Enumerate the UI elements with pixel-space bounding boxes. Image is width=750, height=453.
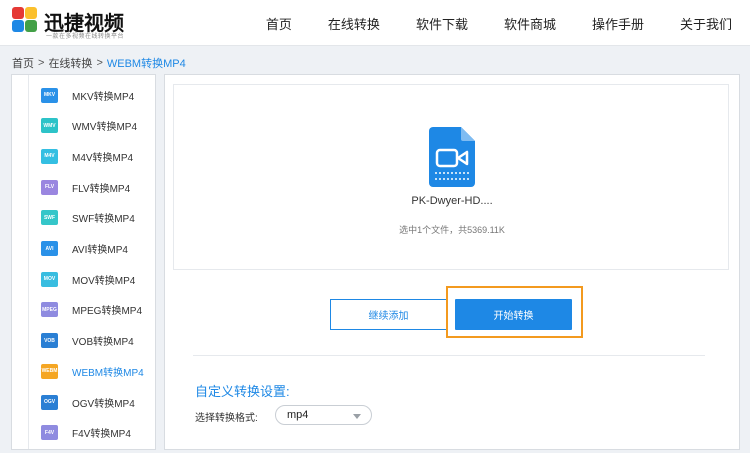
format-select[interactable]: mp4	[275, 405, 372, 425]
caret-down-icon	[353, 414, 361, 419]
sidebar-item[interactable]: VOB VOB转换MP4	[41, 330, 134, 352]
breadcrumb: 首页 > 在线转换 > WEBM转换MP4	[12, 55, 186, 71]
converter-panel: PK-Dwyer-HD.... 选中1个文件，共5369.11K 继续添加 开始…	[164, 74, 740, 450]
format-badge-icon: OGV	[41, 394, 58, 410]
sidebar-item-label: VOB转换MP4	[72, 337, 134, 349]
breadcrumb-separator: >	[96, 57, 103, 69]
sidebar-item[interactable]: WMV WMV转换MP4	[41, 115, 137, 137]
format-badge-icon: WEBM	[41, 363, 58, 379]
nav-home[interactable]: 首页	[266, 14, 292, 33]
format-label: 选择转换格式:	[195, 413, 258, 424]
top-header: 迅捷视频 一款在多视频在线转换平台 首页 在线转换 软件下载 软件商城 操作手册…	[0, 0, 750, 46]
start-convert-button[interactable]: 开始转换	[455, 299, 572, 330]
sidebar-item[interactable]: WEBM WEBM转换MP4	[41, 360, 144, 382]
nav-about[interactable]: 关于我们	[680, 14, 732, 33]
format-badge-icon: AVI	[41, 241, 58, 256]
format-badge-icon: FLV	[41, 179, 58, 195]
sidebar-item-label: M4V转换MP4	[72, 152, 134, 164]
file-info: 选中1个文件，共5369.11K	[399, 225, 505, 235]
format-sidebar: MKV MKV转换MP4 WMV WMV转换MP4 M4V M4V转换MP4 FLV FLV转…	[11, 74, 156, 450]
video-file-icon	[429, 127, 475, 187]
format-badge-icon: MPEG	[41, 302, 58, 318]
format-badge-icon: MKV	[41, 87, 58, 103]
settings-title: 自定义转换设置:	[195, 384, 290, 399]
logo-mark-icon	[12, 7, 38, 33]
format-badge-icon: M4V	[41, 148, 58, 164]
sidebar-item[interactable]: SWF SWF转换MP4	[41, 207, 135, 229]
format-select-value: mp4	[287, 409, 309, 421]
file-name: PK-Dwyer-HD....	[411, 195, 493, 207]
logo-subtitle: 一款在多视频在线转换平台	[46, 34, 125, 40]
upload-area[interactable]: PK-Dwyer-HD.... 选中1个文件，共5369.11K	[173, 84, 729, 270]
breadcrumb-current: WEBM转换MP4	[106, 58, 186, 70]
sidebar-item-label: WMV转换MP4	[72, 122, 137, 134]
format-badge-icon: WMV	[41, 118, 58, 134]
breadcrumb-section[interactable]: 在线转换	[48, 55, 92, 71]
sidebar-item[interactable]: MPEG MPEG转换MP4	[41, 299, 142, 321]
nav-software-download[interactable]: 软件下载	[416, 14, 468, 33]
sidebar-item[interactable]: MOV MOV转换MP4	[41, 268, 135, 290]
format-badge-icon: F4V	[41, 425, 58, 441]
main-nav: 首页 在线转换 软件下载 软件商城 操作手册 关于我们	[230, 0, 732, 46]
site-logo[interactable]: 迅捷视频 一款在多视频在线转换平台	[10, 4, 150, 42]
sidebar-item-label: MKV转换MP4	[72, 91, 135, 103]
sidebar-item-label: MOV转换MP4	[72, 275, 136, 287]
sidebar-item-label: F4V转换MP4	[72, 429, 131, 441]
sidebar-item[interactable]: M4V M4V转换MP4	[41, 145, 133, 167]
sidebar-item-label: OGV转换MP4	[72, 398, 135, 410]
format-badge-icon: MOV	[41, 271, 58, 287]
format-badge-icon: SWF	[41, 210, 58, 226]
sidebar-item-label: SWF转换MP4	[72, 214, 135, 226]
add-more-button[interactable]: 继续添加	[330, 299, 447, 330]
nav-manual[interactable]: 操作手册	[592, 14, 644, 33]
sidebar-item[interactable]: MKV MKV转换MP4	[41, 84, 134, 106]
breadcrumb-separator: >	[38, 57, 45, 69]
nav-online-convert[interactable]: 在线转换	[328, 14, 380, 33]
sidebar-item-label: FLV转换MP4	[72, 183, 131, 195]
sidebar-item-label: WEBM转换MP4	[72, 367, 144, 379]
divider	[193, 355, 705, 356]
breadcrumb-home[interactable]: 首页	[12, 55, 34, 71]
sidebar-list: MKV MKV转换MP4 WMV WMV转换MP4 M4V M4V转换MP4 FLV FLV转…	[28, 75, 155, 449]
sidebar-item[interactable]: AVI AVI转换MP4	[41, 238, 128, 260]
sidebar-item-label: AVI转换MP4	[72, 245, 128, 256]
sidebar-item[interactable]: OGV OGV转换MP4	[41, 391, 135, 413]
format-badge-icon: VOB	[41, 333, 58, 349]
nav-software-store[interactable]: 软件商城	[504, 14, 556, 33]
sidebar-item-label: MPEG转换MP4	[72, 306, 143, 318]
sidebar-item[interactable]: FLV FLV转换MP4	[41, 176, 130, 198]
sidebar-item[interactable]: F4V F4V转换MP4	[41, 422, 131, 444]
